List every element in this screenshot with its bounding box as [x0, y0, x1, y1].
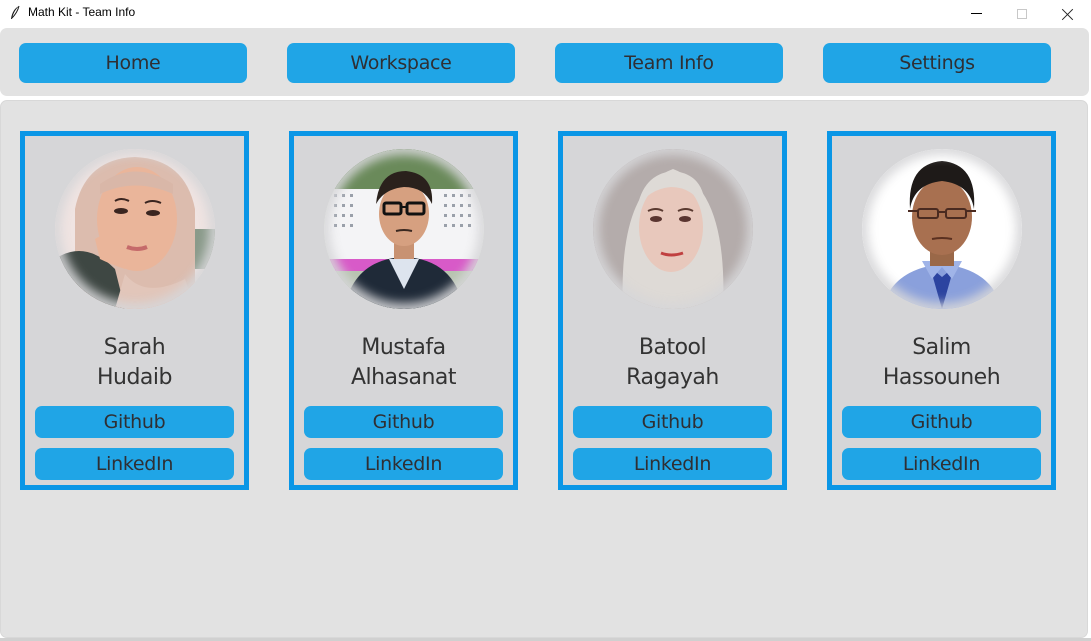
member-first-name: Mustafa — [361, 335, 446, 360]
close-icon — [1062, 8, 1074, 20]
maximize-button[interactable] — [999, 0, 1045, 27]
member-first-name: Batool — [638, 335, 707, 360]
profile-photo — [55, 149, 215, 309]
member-name: Sarah Hudaib — [25, 333, 244, 393]
close-button[interactable] — [1045, 0, 1091, 27]
nav-settings-button[interactable]: Settings — [823, 43, 1051, 83]
github-button[interactable]: Github — [842, 406, 1041, 438]
linkedin-button[interactable]: LinkedIn — [842, 448, 1041, 480]
minimize-icon — [970, 13, 982, 14]
github-button[interactable]: Github — [35, 406, 234, 438]
github-button[interactable]: Github — [573, 406, 772, 438]
nav-team-info-button[interactable]: Team Info — [555, 43, 783, 83]
linkedin-button[interactable]: LinkedIn — [573, 448, 772, 480]
team-member-card: Mustafa Alhasanat Github LinkedIn — [289, 131, 518, 490]
profile-photo — [862, 149, 1022, 309]
linkedin-button[interactable]: LinkedIn — [35, 448, 234, 480]
member-first-name: Salim — [912, 335, 971, 360]
member-last-name: Hudaib — [96, 365, 173, 390]
team-member-card: Batool Ragayah Github LinkedIn — [558, 131, 787, 490]
member-first-name: Sarah — [103, 335, 166, 360]
member-name: Mustafa Alhasanat — [294, 333, 513, 393]
linkedin-button[interactable]: LinkedIn — [304, 448, 503, 480]
profile-photo — [593, 149, 753, 309]
team-member-card: Sarah Hudaib Github LinkedIn — [20, 131, 249, 490]
profile-photo — [324, 149, 484, 309]
nav-bar: Home Workspace Team Info Settings — [0, 28, 1089, 96]
team-member-card: Salim Hassouneh Github LinkedIn — [827, 131, 1056, 490]
member-last-name: Hassouneh — [882, 365, 1001, 390]
member-last-name: Alhasanat — [350, 365, 457, 390]
member-last-name: Ragayah — [626, 365, 719, 390]
member-name: Salim Hassouneh — [832, 333, 1051, 393]
maximize-icon — [1017, 8, 1027, 19]
window-title: Math Kit - Team Info — [28, 5, 136, 19]
minimize-button[interactable] — [953, 0, 999, 27]
member-name: Batool Ragayah — [563, 333, 782, 393]
github-button[interactable]: Github — [304, 406, 503, 438]
title-bar: Math Kit - Team Info — [0, 0, 1091, 27]
feather-icon — [9, 5, 21, 21]
nav-workspace-button[interactable]: Workspace — [287, 43, 515, 83]
nav-home-button[interactable]: Home — [19, 43, 247, 83]
